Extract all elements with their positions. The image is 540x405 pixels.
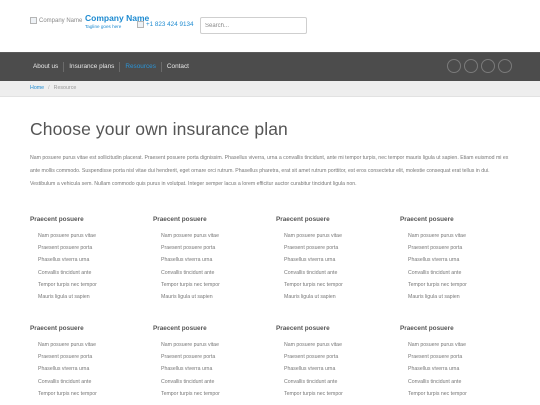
plan-title: Praecent posuere: [30, 325, 84, 332]
plan-list: Nam posuere purus vitae Praesent posuere…: [400, 339, 515, 400]
plan-list-item[interactable]: Phasellus viverra urna: [400, 254, 515, 266]
plan-list-item[interactable]: Phasellus viverra urna: [400, 363, 515, 375]
logo-alt-text: Company Name: [39, 17, 83, 24]
tagline: Tagline goes here: [85, 24, 122, 29]
plan-list-item[interactable]: Convallis tincidunt ante: [30, 376, 145, 388]
breadcrumb-current: Resource: [53, 85, 77, 91]
plan-title: Praecent posuere: [400, 216, 454, 223]
plan-list-item[interactable]: Tempor turpis nec tempor: [400, 388, 515, 400]
social-icon[interactable]: [498, 59, 512, 73]
plan-list-item[interactable]: Phasellus viverra urna: [153, 363, 268, 375]
site-header: Company Name Company Name Tagline goes h…: [0, 0, 540, 52]
plan-list-item[interactable]: Tempor turpis nec tempor: [30, 279, 145, 291]
main-nav: About us Insurance plans Resources Conta…: [28, 53, 194, 81]
plan-list-item[interactable]: Praesent posuere porta: [400, 242, 515, 254]
plan-list: Nam posuere purus vitae Praesent posuere…: [30, 339, 145, 400]
plan-list-item[interactable]: Convallis tincidunt ante: [153, 267, 268, 279]
plan-title: Praecent posuere: [153, 325, 207, 332]
plan-list: Nam posuere purus vitae Praesent posuere…: [276, 339, 391, 400]
plan-list-item[interactable]: Tempor turpis nec tempor: [153, 279, 268, 291]
plan-list-item[interactable]: Nam posuere purus vitae: [30, 339, 145, 351]
nav-item-resources[interactable]: Resources: [119, 62, 161, 72]
plan-list-item[interactable]: Mauris ligula ut sapien: [30, 291, 145, 303]
plan-title: Praecent posuere: [276, 216, 330, 223]
nav-item-contact[interactable]: Contact: [160, 62, 194, 72]
plan-column: Praecent posuere Nam posuere purus vitae…: [30, 323, 145, 400]
plan-list-item[interactable]: Nam posuere purus vitae: [400, 230, 515, 242]
plan-list-item[interactable]: Phasellus viverra urna: [276, 363, 391, 375]
broken-image-icon: [30, 17, 37, 24]
plan-list-item[interactable]: Convallis tincidunt ante: [400, 376, 515, 388]
phone-text: +1 823 424 9134: [146, 21, 194, 28]
nav-item-about-us[interactable]: About us: [28, 62, 63, 72]
plan-list-item[interactable]: Convallis tincidunt ante: [153, 376, 268, 388]
plan-list: Nam posuere purus vitae Praesent posuere…: [153, 230, 268, 303]
plan-list-item[interactable]: Praesent posuere porta: [153, 351, 268, 363]
plan-list: Nam posuere purus vitae Praesent posuere…: [30, 230, 145, 303]
plan-column: Praecent posuere Nam posuere purus vitae…: [30, 214, 145, 303]
plan-list-item[interactable]: Nam posuere purus vitae: [276, 339, 391, 351]
company-logo[interactable]: Company Name: [30, 17, 82, 24]
plan-list: Nam posuere purus vitae Praesent posuere…: [153, 339, 268, 400]
breadcrumb-separator: /: [48, 85, 50, 91]
plan-list-item[interactable]: Mauris ligula ut sapien: [400, 291, 515, 303]
plan-list-item[interactable]: Phasellus viverra urna: [276, 254, 391, 266]
plan-list-item[interactable]: Nam posuere purus vitae: [30, 230, 145, 242]
intro-paragraph: Nam posuere purus vitae est sollicitudin…: [30, 155, 509, 187]
plan-list-item[interactable]: Praesent posuere porta: [30, 351, 145, 363]
breadcrumb: Home / Resource: [30, 85, 76, 91]
plan-column: Praecent posuere Nam posuere purus vitae…: [153, 323, 268, 400]
social-icon[interactable]: [464, 59, 478, 73]
plan-list-item[interactable]: Tempor turpis nec tempor: [276, 388, 391, 400]
plan-list-item[interactable]: Phasellus viverra urna: [30, 254, 145, 266]
plan-list-item[interactable]: Nam posuere purus vitae: [153, 339, 268, 351]
plan-column: Praecent posuere Nam posuere purus vitae…: [276, 323, 391, 400]
plan-list-item[interactable]: Tempor turpis nec tempor: [400, 279, 515, 291]
plan-column: Praecent posuere Nam posuere purus vitae…: [276, 214, 391, 303]
plan-list-item[interactable]: Nam posuere purus vitae: [400, 339, 515, 351]
plan-list: Nam posuere purus vitae Praesent posuere…: [400, 230, 515, 303]
plan-list-item[interactable]: Tempor turpis nec tempor: [30, 388, 145, 400]
plan-list-item[interactable]: Tempor turpis nec tempor: [153, 388, 268, 400]
social-icon[interactable]: [447, 59, 461, 73]
breadcrumb-home-link[interactable]: Home: [30, 85, 44, 91]
plan-list-item[interactable]: Phasellus viverra urna: [153, 254, 268, 266]
search-input[interactable]: [200, 17, 307, 34]
phone-number: +1 823 424 9134: [137, 21, 193, 28]
plan-title: Praecent posuere: [30, 216, 84, 223]
plan-list: Nam posuere purus vitae Praesent posuere…: [276, 230, 391, 303]
plan-list-item[interactable]: Mauris ligula ut sapien: [276, 291, 391, 303]
plan-list-item[interactable]: Convallis tincidunt ante: [400, 267, 515, 279]
plan-column: Praecent posuere Nam posuere purus vitae…: [153, 214, 268, 303]
plan-column: Praecent posuere Nam posuere purus vitae…: [400, 323, 515, 400]
plan-list-item[interactable]: Praesent posuere porta: [276, 242, 391, 254]
social-icon[interactable]: [481, 59, 495, 73]
plan-list-item[interactable]: Praesent posuere porta: [400, 351, 515, 363]
social-links: [447, 59, 512, 73]
plan-list-item[interactable]: Praesent posuere porta: [153, 242, 268, 254]
breadcrumb-bar: Home / Resource: [0, 81, 540, 97]
plan-list-item[interactable]: Nam posuere purus vitae: [153, 230, 268, 242]
main-navbar: About us Insurance plans Resources Conta…: [0, 52, 540, 81]
plan-title: Praecent posuere: [276, 325, 330, 332]
plan-list-item[interactable]: Tempor turpis nec tempor: [276, 279, 391, 291]
plan-list-item[interactable]: Praesent posuere porta: [30, 242, 145, 254]
plan-list-item[interactable]: Mauris ligula ut sapien: [153, 291, 268, 303]
plan-column: Praecent posuere Nam posuere purus vitae…: [400, 214, 515, 303]
plan-list-item[interactable]: Convallis tincidunt ante: [276, 267, 391, 279]
nav-item-insurance-plans[interactable]: Insurance plans: [63, 62, 119, 72]
phone-icon: [137, 21, 144, 28]
page-title: Choose your own insurance plan: [30, 119, 288, 139]
plan-list-item[interactable]: Nam posuere purus vitae: [276, 230, 391, 242]
plan-title: Praecent posuere: [153, 216, 207, 223]
plan-list-item[interactable]: Convallis tincidunt ante: [30, 267, 145, 279]
plan-list-item[interactable]: Convallis tincidunt ante: [276, 376, 391, 388]
plan-list-item[interactable]: Phasellus viverra urna: [30, 363, 145, 375]
plan-list-item[interactable]: Praesent posuere porta: [276, 351, 391, 363]
plan-title: Praecent posuere: [400, 325, 454, 332]
